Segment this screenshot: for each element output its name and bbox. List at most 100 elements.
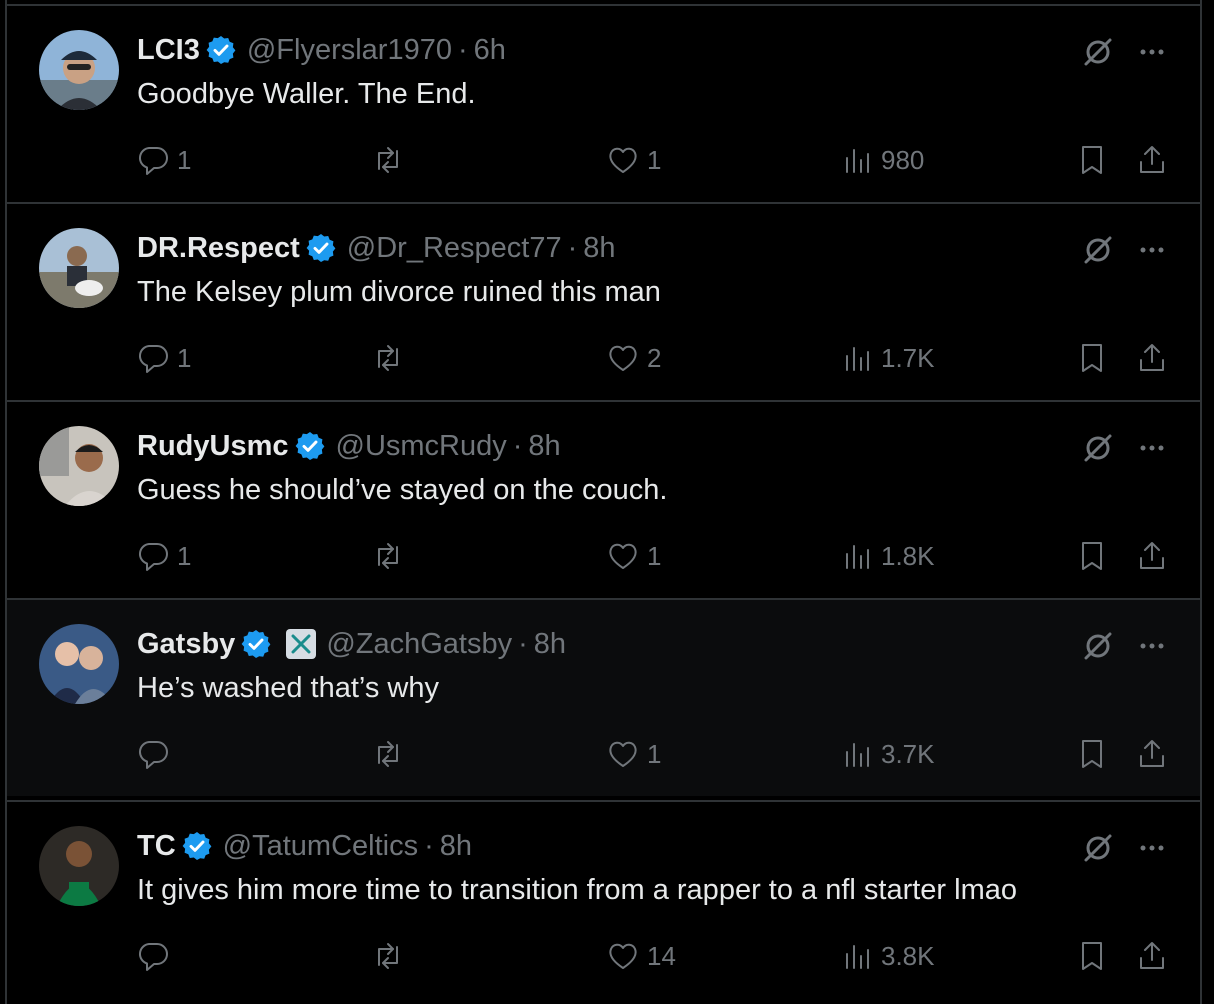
retweet-icon bbox=[378, 345, 398, 371]
reply-button[interactable]: 1 bbox=[135, 536, 191, 576]
display-name[interactable]: LCI3 bbox=[137, 34, 200, 67]
reply-tweet[interactable]: Gatsby @ZachGatsby · 8h He’s washed that… bbox=[7, 598, 1200, 796]
verified-badge-icon bbox=[295, 432, 324, 460]
views-icon bbox=[846, 149, 869, 173]
handle[interactable]: @Dr_Respect77 bbox=[347, 232, 562, 265]
timestamp[interactable]: 8h bbox=[534, 628, 566, 661]
display-name[interactable]: RudyUsmc bbox=[137, 430, 289, 463]
more-options-icon[interactable] bbox=[1134, 628, 1170, 664]
affiliate-x-logo-icon[interactable] bbox=[286, 629, 317, 659]
heart-icon bbox=[609, 943, 637, 969]
views-icon bbox=[846, 743, 869, 767]
bookmark-button[interactable] bbox=[1074, 536, 1110, 576]
more-options-icon[interactable] bbox=[1134, 34, 1170, 70]
share-icon bbox=[1140, 146, 1164, 173]
handle[interactable]: @ZachGatsby bbox=[326, 628, 512, 661]
action-bar: 1 2 1.7K bbox=[7, 338, 1200, 378]
more-options-icon[interactable] bbox=[1134, 430, 1170, 466]
reply-tweet[interactable]: RudyUsmc @UsmcRudy · 8h Guess he should’… bbox=[7, 400, 1200, 598]
reply-button[interactable]: 1 bbox=[135, 338, 191, 378]
retweet-button[interactable] bbox=[370, 536, 412, 576]
action-bar: 14 3.8K bbox=[7, 936, 1200, 976]
reply-count: 1 bbox=[177, 540, 192, 571]
reply-feed: LCI3 @Flyerslar1970 · 6h Goodbye Waller.… bbox=[5, 0, 1202, 1004]
share-button[interactable] bbox=[1134, 536, 1170, 576]
reply-tweet[interactable]: LCI3 @Flyerslar1970 · 6h Goodbye Waller.… bbox=[7, 4, 1200, 202]
views-button[interactable]: 3.7K bbox=[839, 734, 935, 774]
reply-icon bbox=[138, 345, 168, 373]
like-button[interactable]: 1 bbox=[605, 536, 661, 576]
like-button[interactable]: 1 bbox=[605, 734, 661, 774]
reply-tweet[interactable]: TC @TatumCeltics · 8h It gives him more … bbox=[7, 800, 1200, 1004]
timestamp[interactable]: 6h bbox=[474, 34, 506, 67]
views-icon bbox=[846, 347, 869, 371]
reply-icon bbox=[138, 147, 168, 175]
views-button[interactable]: 1.7K bbox=[839, 338, 935, 378]
handle[interactable]: @Flyerslar1970 bbox=[247, 34, 452, 67]
handle[interactable]: @TatumCeltics bbox=[223, 830, 418, 863]
more-options-icon[interactable] bbox=[1134, 830, 1170, 866]
avatar[interactable] bbox=[39, 228, 119, 308]
tweet-header: TC @TatumCeltics · 8h bbox=[137, 826, 472, 866]
avatar[interactable] bbox=[39, 624, 119, 704]
views-button[interactable]: 1.8K bbox=[839, 536, 935, 576]
heart-icon bbox=[609, 345, 637, 371]
bookmark-button[interactable] bbox=[1074, 338, 1110, 378]
bookmark-button[interactable] bbox=[1074, 140, 1110, 180]
grok-icon[interactable] bbox=[1080, 34, 1116, 70]
reply-button[interactable]: 1 bbox=[135, 140, 191, 180]
share-button[interactable] bbox=[1134, 140, 1170, 180]
reply-icon bbox=[138, 543, 168, 571]
like-button[interactable]: 1 bbox=[605, 140, 661, 180]
retweet-button[interactable] bbox=[370, 734, 412, 774]
views-count: 3.8K bbox=[881, 940, 935, 971]
heart-icon bbox=[609, 741, 637, 767]
retweet-button[interactable] bbox=[370, 140, 412, 180]
grok-icon[interactable] bbox=[1080, 628, 1116, 664]
timestamp[interactable]: 8h bbox=[440, 830, 472, 863]
like-count: 1 bbox=[647, 540, 662, 571]
verified-badge-icon bbox=[182, 832, 212, 860]
reply-button[interactable] bbox=[135, 936, 177, 976]
like-count: 1 bbox=[647, 144, 662, 175]
reply-icon bbox=[138, 943, 168, 971]
views-count: 980 bbox=[881, 144, 925, 175]
share-icon bbox=[1140, 942, 1164, 969]
reply-count: 1 bbox=[177, 342, 192, 373]
share-button[interactable] bbox=[1134, 734, 1170, 774]
views-button[interactable]: 980 bbox=[839, 140, 924, 180]
action-bar: 1 1 1.8K bbox=[7, 536, 1200, 576]
avatar[interactable] bbox=[39, 30, 119, 110]
retweet-button[interactable] bbox=[370, 338, 412, 378]
tweet-text: It gives him more time to transition fro… bbox=[137, 874, 1017, 906]
grok-icon[interactable] bbox=[1080, 430, 1116, 466]
tweet-text: Goodbye Waller. The End. bbox=[137, 78, 476, 110]
retweet-button[interactable] bbox=[370, 936, 412, 976]
timestamp[interactable]: 8h bbox=[528, 430, 560, 463]
like-button[interactable]: 14 bbox=[605, 936, 676, 976]
avatar[interactable] bbox=[39, 826, 119, 906]
bookmark-button[interactable] bbox=[1074, 734, 1110, 774]
like-count: 1 bbox=[647, 738, 662, 769]
grok-icon[interactable] bbox=[1080, 232, 1116, 268]
like-count: 2 bbox=[647, 342, 662, 373]
display-name[interactable]: TC bbox=[137, 830, 176, 863]
reply-button[interactable] bbox=[135, 734, 177, 774]
views-count: 1.8K bbox=[881, 540, 935, 571]
handle[interactable]: @UsmcRudy bbox=[336, 430, 507, 463]
bookmark-button[interactable] bbox=[1074, 936, 1110, 976]
views-icon bbox=[846, 945, 869, 969]
like-button[interactable]: 2 bbox=[605, 338, 661, 378]
avatar[interactable] bbox=[39, 426, 119, 506]
share-button[interactable] bbox=[1134, 936, 1170, 976]
more-options-icon[interactable] bbox=[1134, 232, 1170, 268]
timestamp[interactable]: 8h bbox=[583, 232, 615, 265]
display-name[interactable]: Gatsby bbox=[137, 628, 235, 661]
views-button[interactable]: 3.8K bbox=[839, 936, 935, 976]
retweet-icon bbox=[378, 147, 398, 173]
grok-icon[interactable] bbox=[1080, 830, 1116, 866]
share-button[interactable] bbox=[1134, 338, 1170, 378]
display-name[interactable]: DR.Respect bbox=[137, 232, 300, 265]
tweet-header: Gatsby @ZachGatsby · 8h bbox=[137, 624, 566, 664]
reply-tweet[interactable]: DR.Respect @Dr_Respect77 · 8h The Kelsey… bbox=[7, 202, 1200, 400]
